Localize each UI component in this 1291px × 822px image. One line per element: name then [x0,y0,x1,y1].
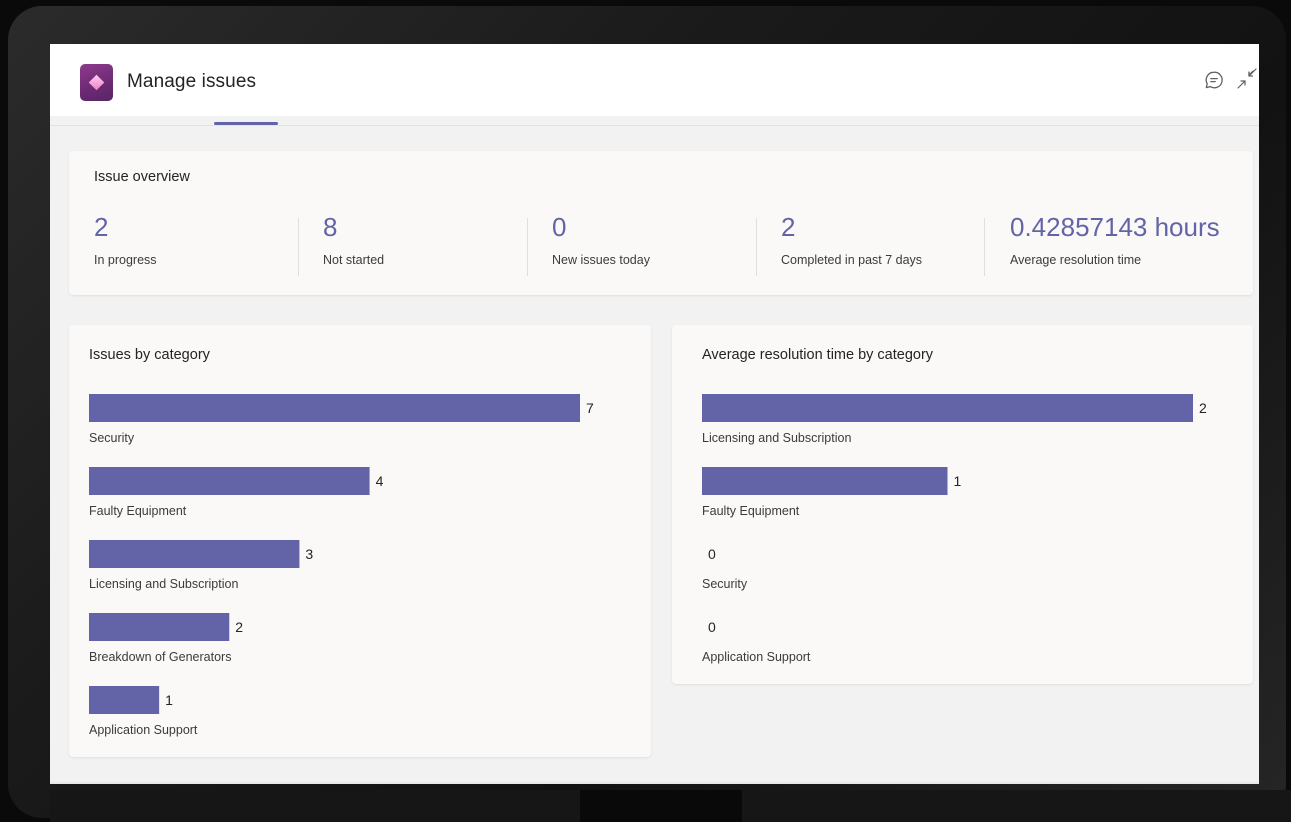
chat-bubble-icon[interactable] [1204,70,1224,90]
issue-overview-card: Issue overview 2 In progress 8 Not start… [69,151,1253,295]
kpi-divider [298,218,299,276]
kpi-new-issues-today: 0 New issues today [552,211,650,267]
bar-value-label: 0 [708,546,716,562]
bottom-divider [50,782,1259,784]
kpi-not-started: 8 Not started [323,211,384,267]
kpi-divider [984,218,985,276]
collapse-arrows-icon[interactable] [1236,68,1258,90]
bar-category-label: Application Support [89,723,198,737]
bar-category-label: Security [702,577,748,591]
app-screen: Manage issues Issue overview 2 In progre… [50,44,1259,784]
bar-security[interactable] [89,394,580,422]
kpi-value: 0 [552,212,567,242]
kpi-value: 2 [94,212,109,242]
kpi-completed-past-7-days: 2 Completed in past 7 days [781,211,922,267]
kpi-label: Average resolution time [1010,253,1142,267]
bar-licensing-and-subscription[interactable] [89,540,300,568]
bar-value-label: 4 [376,473,384,489]
bar-value-label: 1 [954,473,962,489]
kpi-label: Completed in past 7 days [781,253,923,267]
bar-faulty-equipment[interactable] [89,467,370,495]
bar-application-support[interactable] [89,686,160,714]
kpi-label: Not started [323,253,385,267]
kpi-in-progress: 2 In progress [94,211,157,267]
bar-faulty-equipment[interactable] [702,467,948,495]
avg-resolution-by-category-card: Average resolution time by category 2 Lic… [672,325,1253,684]
issues-by-category-chart: 7 Security 4 Faulty Equipment 3 Licensing and… [89,394,594,737]
kpi-average-resolution-time: 0.42857143 hours Average resolution time [1010,211,1220,267]
bar-category-label: Faulty Equipment [702,504,800,518]
kpi-label: In progress [94,253,157,267]
bar-category-label: Licensing and Subscription [702,431,851,445]
bar-category-label: Security [89,431,135,445]
app-header: Manage issues [50,44,1259,116]
kpi-value: 0.42857143 hours [1010,212,1220,242]
avg-resolution-by-category-chart: 2 Licensing and Subscription 1 Faulty Equip… [702,394,1207,664]
bar-value-label: 7 [586,400,594,416]
bar-value-label: 2 [235,619,243,635]
device-bezel-bottom [50,790,1291,822]
kpi-divider [756,218,757,276]
kpi-value: 2 [781,212,796,242]
bar-category-label: Application Support [702,650,811,664]
kpi-divider [527,218,528,276]
bar-value-label: 2 [1199,400,1207,416]
logo-diamond [88,74,105,91]
kpi-value: 8 [323,212,338,242]
bar-category-label: Licensing and Subscription [89,577,238,591]
bar-category-label: Breakdown of Generators [89,650,231,664]
bar-breakdown-of-generators[interactable] [89,613,230,641]
bezel-segment [580,790,742,822]
bar-value-label: 1 [165,692,173,708]
bar-value-label: 0 [708,619,716,635]
bar-category-label: Faulty Equipment [89,504,187,518]
issues-by-category-card: Issues by category 7 Security 4 Faulty Equi… [69,325,651,757]
bar-licensing-and-subscription[interactable] [702,394,1193,422]
kpi-label: New issues today [552,253,650,267]
tab-bar-divider [50,125,1259,126]
app-title: Manage issues [127,71,257,92]
bar-value-label: 3 [305,546,313,562]
power-apps-logo-icon [80,64,113,101]
issue-overview-title: Issue overview [94,169,190,185]
